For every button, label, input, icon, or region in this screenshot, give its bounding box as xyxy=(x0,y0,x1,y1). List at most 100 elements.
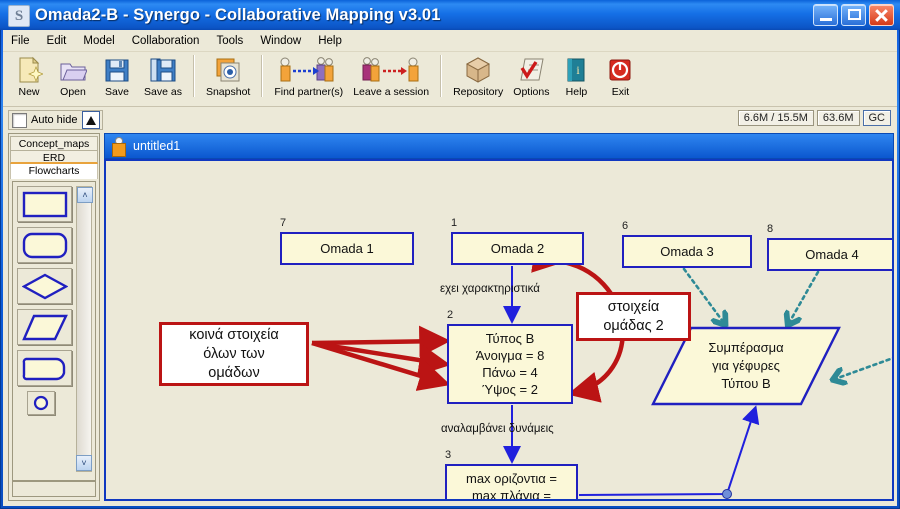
find-partners-icon xyxy=(277,55,341,85)
toolbar-label-options: Options xyxy=(513,86,550,98)
toolbar-label-new: New xyxy=(18,86,40,98)
node-line: Πάνω = 4 xyxy=(482,365,538,380)
node-line: max πλάγια = xyxy=(471,488,552,501)
menu-item-help[interactable]: Help xyxy=(318,35,342,47)
annotation-group2-elements[interactable]: στοιχεία ομάδας 2 xyxy=(576,292,691,341)
help-book-icon: i xyxy=(562,55,590,85)
shape-rectangle[interactable] xyxy=(17,186,72,222)
shape-document[interactable] xyxy=(17,350,72,386)
window-client-area: File Edit Model Collaboration Tools Wind… xyxy=(3,30,897,506)
edge-label-exei-xaraktiristika: εχει χαρακτηριστικά xyxy=(440,283,540,295)
toolbar-label-save: Save xyxy=(105,86,129,98)
toolbar-button-new[interactable]: New xyxy=(7,52,51,102)
toolbar-button-find-partners[interactable]: Find partner(s) xyxy=(269,52,348,102)
toolbar-label-help: Help xyxy=(565,86,588,98)
toolbar-button-leave-session[interactable]: Leave a session xyxy=(348,52,434,102)
toolbar-button-help[interactable]: i Help xyxy=(554,52,598,102)
shape-diamond[interactable] xyxy=(17,268,72,304)
leave-session-icon xyxy=(359,55,423,85)
menu-item-model[interactable]: Model xyxy=(83,35,114,47)
annotation-line: κοινά στοιχεία xyxy=(189,326,279,343)
memory-status-group: 6.6M / 15.5M 63.6M GC xyxy=(737,110,891,126)
node-line: Ύψος = 2 xyxy=(482,382,538,397)
close-button[interactable] xyxy=(869,4,894,26)
annotation-line: όλων των xyxy=(203,345,265,362)
toolbar-button-snapshot[interactable]: Snapshot xyxy=(201,52,255,102)
toolbar-label-save-as: Save as xyxy=(144,86,182,98)
toolbar-separator-1 xyxy=(192,55,195,97)
toolbar-button-repository[interactable]: Repository xyxy=(448,52,508,102)
shape-palette-panel: Concept_maps ERD Flowcharts ˄ ˅ xyxy=(8,133,100,501)
window-title: Omada2-B - Synergo - Collaborative Mappi… xyxy=(35,6,441,24)
options-checklist-icon xyxy=(517,55,545,85)
save-as-icon xyxy=(149,55,177,85)
auto-hide-bar: Auto hide xyxy=(8,110,103,130)
app-icon: S xyxy=(8,5,30,27)
node-max-forces[interactable]: max οριζοντια = max πλάγια = αντοχή = xyxy=(445,464,578,501)
node-omada-1[interactable]: Omada 1 xyxy=(280,232,414,265)
edge-label-analamvanei-dynameis: αναλαμβάνει δυνάμεις xyxy=(441,423,554,435)
menu-item-window[interactable]: Window xyxy=(260,35,301,47)
node-line: Συμπέρασμα xyxy=(708,340,784,355)
minimize-button[interactable] xyxy=(813,4,838,26)
auto-hide-label: Auto hide xyxy=(31,114,78,126)
toolbar-label-snapshot: Snapshot xyxy=(205,86,251,98)
gc-button[interactable]: GC xyxy=(862,110,891,126)
node-type-b-properties[interactable]: Τύπος Β Άνοιγμα = 8 Πάνω = 4 Ύψος = 2 xyxy=(447,324,573,404)
node-omada-2[interactable]: Omada 2 xyxy=(451,232,584,265)
node-label: Omada 3 xyxy=(660,244,714,259)
palette-scroll-up-icon[interactable]: ˄ xyxy=(77,187,93,203)
shape-rounded-rectangle[interactable] xyxy=(17,227,72,263)
node-label: Omada 2 xyxy=(490,241,545,256)
triangle-icon xyxy=(86,115,96,125)
document-tab-untitled1[interactable]: untitled1 xyxy=(133,139,180,153)
shape-list: ˄ ˅ xyxy=(12,181,96,481)
menu-item-tools[interactable]: Tools xyxy=(216,35,243,47)
toolbar-label-find-partners: Find partner(s) xyxy=(274,86,344,98)
title-bar: S Omada2-B - Synergo - Collaborative Map… xyxy=(0,0,900,30)
toolbar-button-exit[interactable]: Exit xyxy=(598,52,642,102)
menu-item-edit[interactable]: Edit xyxy=(47,35,67,47)
node-line: Τύπου Β xyxy=(721,376,771,391)
shape-parallelogram[interactable] xyxy=(17,309,72,345)
annotation-line: ομάδων xyxy=(208,364,260,381)
toolbar-button-options[interactable]: Options xyxy=(508,52,554,102)
node-omada-3[interactable]: Omada 3 xyxy=(622,235,752,268)
toolbar-label-repository: Repository xyxy=(453,86,504,98)
node-number-1: 1 xyxy=(451,217,458,229)
toolbar-separator-2 xyxy=(261,55,264,97)
palette-scrollbar[interactable]: ˄ ˅ xyxy=(76,186,93,472)
node-line: max οριζοντια = xyxy=(465,471,558,486)
node-label: Omada 4 xyxy=(805,247,859,262)
diagram-canvas[interactable]: 7 Omada 1 1 Omada 2 6 Omada 3 8 Omada 4 … xyxy=(104,159,894,501)
panel-pin-button[interactable] xyxy=(82,111,100,129)
new-document-icon xyxy=(15,55,43,85)
toolbar-label-exit: Exit xyxy=(611,86,630,98)
palette-tab-concept-maps[interactable]: Concept_maps xyxy=(10,136,98,150)
maximize-button[interactable] xyxy=(841,4,866,26)
open-folder-icon xyxy=(59,55,87,85)
shape-circle-connector[interactable] xyxy=(27,391,55,415)
memory-usage-indicator: 6.6M / 15.5M xyxy=(737,110,814,126)
node-label: Omada 1 xyxy=(320,241,374,256)
status-bar xyxy=(3,501,897,506)
toolbar-button-save[interactable]: Save xyxy=(95,52,139,102)
toolbar-button-save-as[interactable]: Save as xyxy=(139,52,187,102)
menu-item-collaboration[interactable]: Collaboration xyxy=(132,35,200,47)
palette-tab-erd[interactable]: ERD xyxy=(10,150,98,164)
node-line: Τύπος Β xyxy=(485,331,535,346)
menu-item-file[interactable]: File xyxy=(11,35,30,47)
annotation-common-elements[interactable]: κοινά στοιχεία όλων των ομάδων xyxy=(159,322,309,386)
node-number-8: 8 xyxy=(767,223,774,235)
node-line: Άνοιγμα = 8 xyxy=(475,348,545,363)
floppy-disk-icon xyxy=(103,55,131,85)
window-controls xyxy=(813,4,894,26)
palette-scroll-down-icon[interactable]: ˅ xyxy=(76,455,92,471)
palette-tab-flowcharts[interactable]: Flowcharts xyxy=(10,164,98,179)
node-omada-4[interactable]: Omada 4 xyxy=(767,238,892,271)
node-number-6: 6 xyxy=(622,220,629,232)
toolbar-button-open[interactable]: Open xyxy=(51,52,95,102)
node-number-7: 7 xyxy=(280,217,287,229)
auto-hide-checkbox[interactable] xyxy=(12,112,27,128)
snapshot-icon xyxy=(214,55,242,85)
